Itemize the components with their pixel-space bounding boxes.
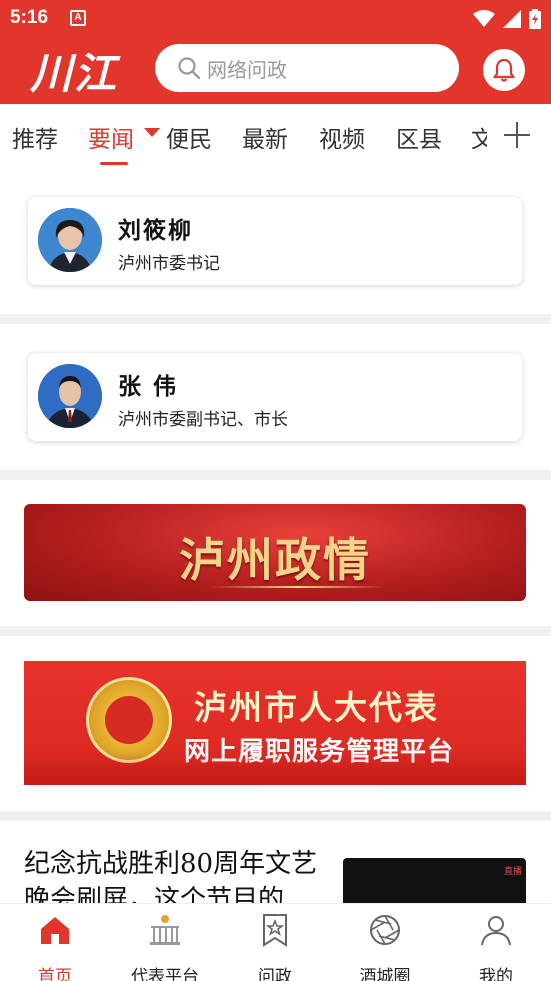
leader-card[interactable]: 张 伟 泸州市委副书记、市长 — [28, 353, 522, 441]
banner-divider — [210, 586, 386, 588]
leader-section-1: 刘筱柳 泸州市委书记 — [0, 170, 551, 314]
notification-button[interactable] — [483, 49, 525, 91]
active-tab-indicator — [100, 162, 128, 165]
banner-title: 泸州政情 — [179, 533, 371, 587]
tab-latest[interactable]: 最新 — [242, 120, 288, 154]
nav-label: 问政 — [258, 967, 292, 981]
leader-name: 张 伟 — [118, 373, 179, 400]
leader-section-2: 张 伟 泸州市委副书记、市长 — [0, 324, 551, 470]
avatar — [38, 364, 102, 428]
nav-profile[interactable]: 我的 — [446, 912, 546, 981]
add-channel-icon[interactable] — [504, 122, 530, 148]
bottom-navigation: 首页 代表平台 问政 酒城圈 我的 — [0, 903, 551, 981]
leader-name: 刘筱柳 — [118, 217, 193, 244]
channel-tabs: 推荐 要闻 便民 最新 视频 区县 文 — [0, 104, 551, 170]
news-title[interactable]: 纪念抗战胜利80周年文艺晚会刷屏，这个节目的 — [24, 846, 334, 903]
nav-label: 首页 — [38, 967, 72, 981]
status-bar: 5:16 A — [0, 0, 551, 38]
home-icon — [41, 917, 69, 944]
notification-a-icon: A — [70, 10, 86, 26]
avatar — [38, 208, 102, 272]
hall-icon — [150, 915, 180, 945]
battery-icon — [529, 9, 541, 29]
app-logo[interactable]: 川江 — [30, 40, 130, 100]
nav-deputy-platform[interactable]: 代表平台 — [115, 912, 215, 981]
aperture-icon — [370, 915, 400, 945]
wifi-icon — [473, 10, 495, 27]
nav-inquiry[interactable]: 问政 — [225, 912, 325, 981]
star-bookmark-icon — [263, 914, 287, 947]
search-icon — [178, 57, 201, 80]
portrait-image — [38, 364, 102, 428]
bell-icon — [493, 58, 515, 82]
nav-label: 我的 — [479, 967, 513, 981]
city-skyline — [24, 751, 526, 785]
system-icons — [473, 9, 541, 29]
tab-convenience[interactable]: 便民 — [166, 120, 212, 154]
leader-role: 泸州市委副书记、市长 — [118, 410, 288, 430]
live-tag: 直播 — [503, 867, 522, 877]
news-thumbnail[interactable]: 直播 — [343, 858, 526, 903]
search-bar[interactable]: 网络问政 — [155, 44, 459, 92]
leader-role: 泸州市委书记 — [118, 254, 220, 274]
npc-platform-banner[interactable]: 泸州市人大代表 网上履职服务管理平台 — [24, 661, 526, 785]
leader-card[interactable]: 刘筱柳 泸州市委书记 — [28, 197, 522, 285]
news-section: 纪念抗战胜利80周年文艺晚会刷屏，这个节目的 直播 — [0, 821, 551, 903]
tab-culture[interactable]: 文 — [471, 120, 487, 154]
tab-recommend[interactable]: 推荐 — [12, 120, 58, 154]
nav-wine-city-circle[interactable]: 酒城圈 — [335, 912, 435, 981]
signal-icon — [503, 10, 521, 28]
person-icon — [481, 916, 511, 946]
nav-label: 代表平台 — [131, 967, 199, 981]
app-header: 5:16 A 川江 网络问政 — [0, 0, 551, 104]
nav-home[interactable]: 首页 — [5, 912, 105, 981]
tab-districts[interactable]: 区县 — [396, 120, 442, 154]
luzhou-politics-banner[interactable]: 泸州政情 — [24, 504, 526, 601]
tab-video[interactable]: 视频 — [319, 120, 365, 154]
portrait-image — [38, 208, 102, 272]
search-placeholder: 网络问政 — [207, 57, 287, 82]
chevron-down-icon[interactable] — [144, 128, 160, 137]
status-time: 5:16 — [10, 7, 49, 28]
banner-line-1: 泸州市人大代表 — [194, 688, 439, 727]
tab-headlines[interactable]: 要闻 — [88, 120, 134, 154]
nav-label: 酒城圈 — [359, 967, 411, 981]
